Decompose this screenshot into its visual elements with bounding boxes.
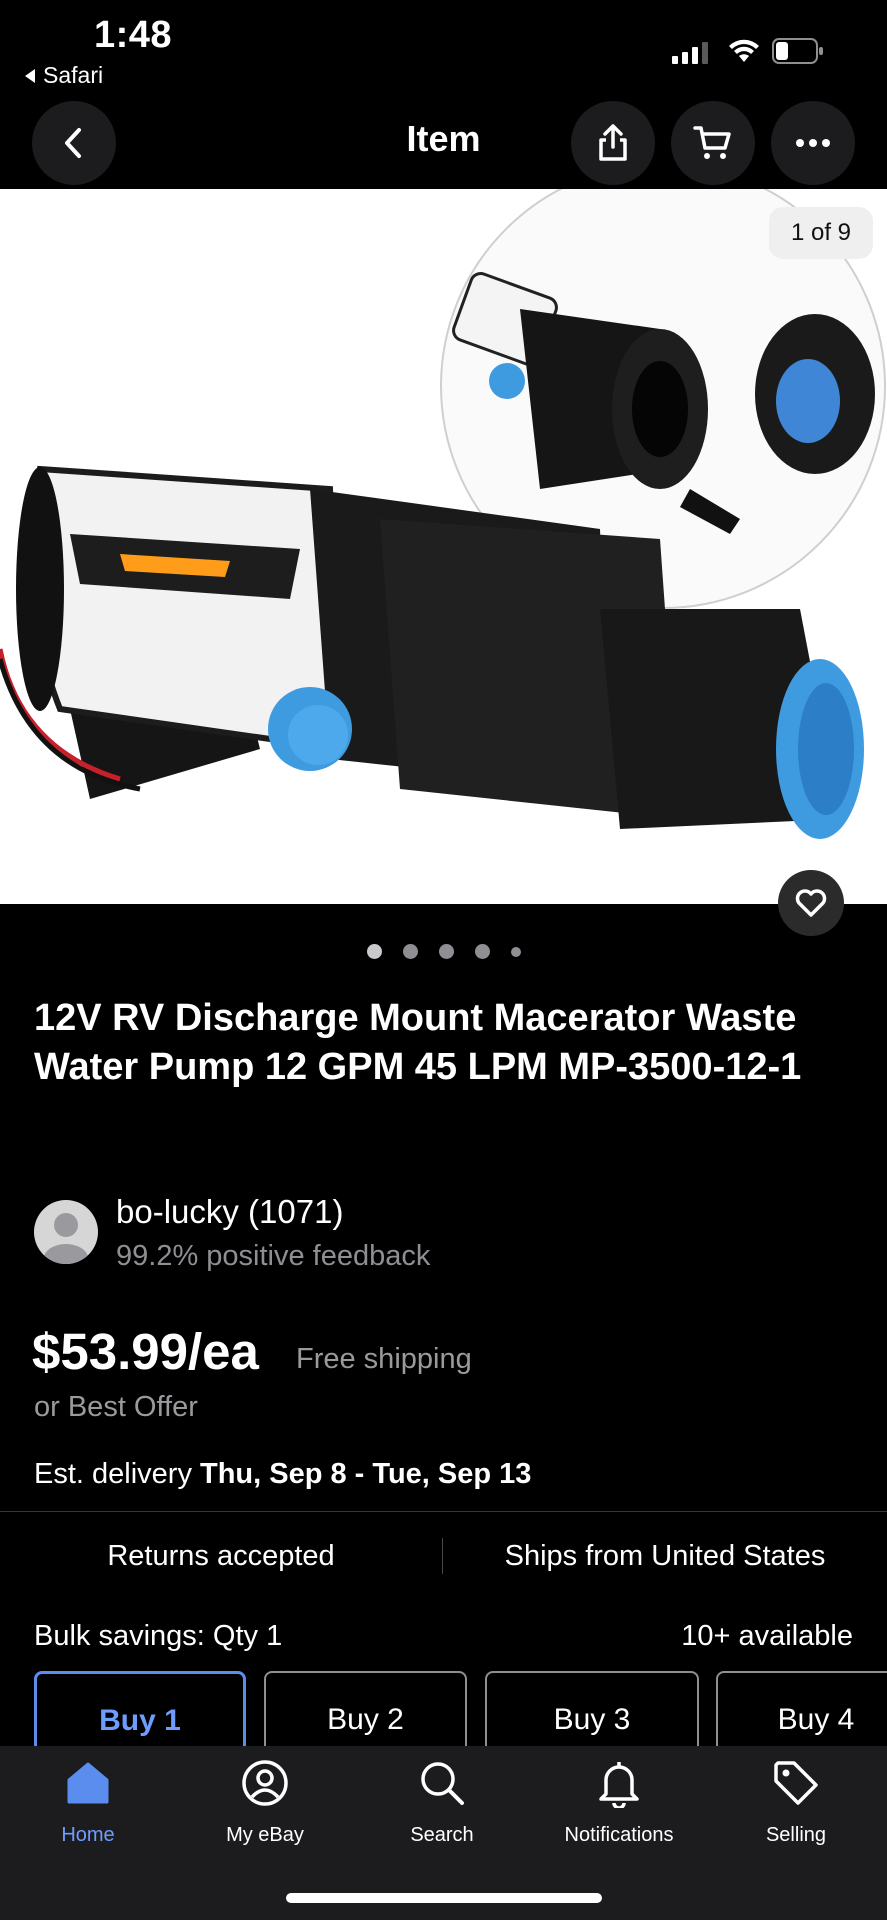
- tab-label: Notifications: [564, 1824, 674, 1846]
- more-options-button[interactable]: [771, 101, 855, 185]
- estimated-delivery: Est. delivery Thu, Sep 8 - Tue, Sep 13: [34, 1458, 531, 1491]
- item-title: 12V RV Discharge Mount Macerator Waste W…: [34, 997, 802, 1088]
- tag-icon: [774, 1761, 818, 1805]
- home-icon: [67, 1762, 109, 1804]
- returns-info: Returns accepted: [107, 1540, 335, 1572]
- tab-label: Search: [410, 1824, 474, 1846]
- pager-dot[interactable]: [474, 944, 490, 959]
- bell-icon: [599, 1762, 639, 1808]
- heart-icon: [795, 889, 827, 917]
- tab-my-ebay[interactable]: My eBay: [190, 1758, 340, 1847]
- delivery-prefix: Est. delivery: [34, 1458, 200, 1490]
- back-triangle-icon: [25, 68, 35, 83]
- profile-icon: [242, 1760, 288, 1806]
- avatar[interactable]: [34, 1200, 98, 1264]
- shipping-info: Free shipping: [296, 1343, 472, 1375]
- tab-label: My eBay: [226, 1824, 304, 1846]
- tab-selling[interactable]: Selling: [721, 1758, 871, 1847]
- share-icon: [599, 124, 627, 161]
- tab-label: Home: [61, 1824, 115, 1846]
- back-app-label: Safari: [43, 62, 104, 88]
- status-time: 1:48: [94, 14, 173, 56]
- seller-name[interactable]: bo-lucky (1071): [116, 1193, 343, 1231]
- tab-search[interactable]: Search: [367, 1758, 517, 1847]
- seller-feedback: 99.2% positive feedback: [116, 1240, 431, 1272]
- share-button[interactable]: [571, 101, 655, 185]
- product-image: [0, 189, 886, 839]
- divider: [0, 1511, 887, 1512]
- pager-dot[interactable]: [402, 944, 418, 959]
- product-image-gallery[interactable]: 1 of 9: [0, 189, 887, 904]
- tab-home[interactable]: Home: [13, 1758, 163, 1847]
- signal-icon: [672, 40, 708, 64]
- item-price: $53.99/ea: [32, 1323, 259, 1380]
- tab-notifications[interactable]: Notifications: [544, 1758, 694, 1847]
- delivery-dates: Thu, Sep 8 - Tue, Sep 13: [200, 1458, 532, 1490]
- back-to-safari[interactable]: Safari: [25, 62, 103, 89]
- image-pager[interactable]: [0, 944, 887, 959]
- search-icon: [421, 1762, 464, 1805]
- watch-button[interactable]: [778, 870, 844, 936]
- cart-button[interactable]: [671, 101, 755, 185]
- pager-dot[interactable]: [438, 944, 454, 959]
- default-avatar-icon: [44, 1213, 88, 1264]
- more-icon: [796, 139, 830, 147]
- pager-dot[interactable]: [510, 946, 521, 957]
- bulk-savings-label: Bulk savings: Qty 1: [34, 1620, 283, 1652]
- ships-from-info: Ships from United States: [504, 1540, 826, 1572]
- home-indicator[interactable]: [286, 1893, 602, 1903]
- tab-label: Selling: [765, 1824, 827, 1846]
- wifi-icon: [729, 39, 759, 62]
- available-count: 10+ available: [681, 1620, 853, 1652]
- battery-icon: [772, 38, 823, 64]
- best-offer-text: or Best Offer: [34, 1391, 198, 1423]
- pager-dot[interactable]: [366, 944, 382, 959]
- cart-icon: [693, 126, 731, 159]
- image-counter: 1 of 9: [768, 207, 873, 259]
